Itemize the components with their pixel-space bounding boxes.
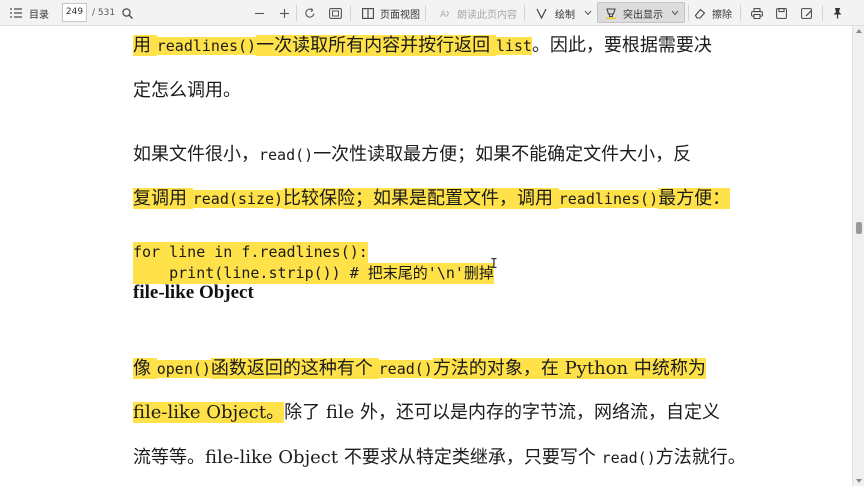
search-icon <box>122 7 133 19</box>
svg-text:A: A <box>440 10 447 19</box>
toc-button[interactable]: 目录 <box>10 0 49 26</box>
toolbar-divider <box>425 5 426 21</box>
text-line: 用 readlines()一次读取所有内容并按行返回 list。因此，要根据需要… <box>133 34 712 58</box>
zoom-out-button[interactable] <box>254 0 265 26</box>
text-segment: 方法的对象，在 Python 中统称为 <box>432 358 706 379</box>
pdf-toolbar: 目录 249 / 531 页面视图 A 朗读此页内容 绘制 突出显示 擦除 <box>0 0 864 26</box>
text-segment: 用 <box>133 35 157 56</box>
page-view-label: 页面视图 <box>380 9 420 21</box>
inline-code: readlines() <box>558 190 659 208</box>
text-segment: 。因此，要根据需要决 <box>531 35 712 56</box>
vertical-scrollbar[interactable] <box>852 26 864 486</box>
highlight-label: 突出显示 <box>623 9 663 21</box>
erase-label: 擦除 <box>712 9 732 21</box>
text-segment: 最方便： <box>658 188 731 209</box>
text-segment: 比较保险；如果是配置文件，调用 <box>283 188 559 209</box>
text-segment: 一次读取所有内容并按行返回 <box>256 35 496 56</box>
text-line: 定怎么调用。 <box>133 79 241 103</box>
chevron-down-icon <box>584 10 592 16</box>
read-aloud-label: 朗读此页内容 <box>457 9 517 21</box>
text-line: 如果文件很小，read()一次性读取最方便；如果不能确定文件大小，反 <box>133 143 691 167</box>
fit-page-button[interactable] <box>329 0 342 26</box>
text-segment: 如果文件很小， <box>133 144 259 165</box>
highlighter-icon <box>605 7 617 19</box>
plus-icon <box>279 8 290 19</box>
save-icon <box>776 7 787 19</box>
rotate-icon <box>304 7 316 19</box>
toolbar-divider <box>740 5 741 21</box>
list-icon <box>10 8 22 18</box>
scroll-down-icon[interactable] <box>856 479 862 483</box>
toc-label: 目录 <box>29 9 49 21</box>
page-total: / 531 <box>92 8 116 18</box>
draw-dropdown[interactable] <box>584 0 592 26</box>
toolbar-divider <box>350 5 351 21</box>
section-heading: file-like Object <box>133 282 254 303</box>
scroll-up-icon[interactable] <box>856 29 862 33</box>
pin-button[interactable] <box>832 0 843 26</box>
text-segment: 流等等。file-like Object 不要求从特定类继承，只要写个 <box>133 447 602 468</box>
text-line: 复调用 read(size)比较保险；如果是配置文件，调用 readlines(… <box>133 187 731 211</box>
draw-label: 绘制 <box>555 9 575 21</box>
read-aloud-icon: A <box>440 8 451 19</box>
text-line: 像 open()函数返回的这种有个 read()方法的对象，在 Python 中… <box>133 357 706 381</box>
erase-button[interactable]: 擦除 <box>694 0 732 26</box>
highlight-button[interactable]: 突出显示 <box>605 0 663 26</box>
page-view-icon <box>362 7 374 19</box>
inline-code: read(size) <box>192 190 284 208</box>
search-button[interactable] <box>122 0 133 26</box>
toolbar-divider <box>296 5 297 21</box>
print-button[interactable] <box>751 0 763 26</box>
text-segment: 方法就行。 <box>655 447 746 468</box>
draw-icon <box>536 8 547 19</box>
draw-button[interactable]: 绘制 <box>536 0 575 26</box>
save-as-button[interactable] <box>801 0 813 26</box>
text-line: 流等等。file-like Object 不要求从特定类继承，只要写个 read… <box>133 446 746 470</box>
inline-code: list <box>495 37 532 55</box>
text-cursor-icon: I <box>490 257 498 272</box>
inline-code: read() <box>259 146 314 164</box>
highlight-dropdown[interactable] <box>671 0 679 26</box>
page-view-button[interactable]: 页面视图 <box>362 0 420 26</box>
code-line: for line in f.readlines(): <box>133 242 368 263</box>
save-as-icon <box>801 7 813 19</box>
inline-code: read() <box>601 449 656 467</box>
fit-page-icon <box>329 7 342 19</box>
zoom-in-button[interactable] <box>279 0 290 26</box>
toolbar-divider <box>688 5 689 21</box>
inline-code: readlines() <box>156 37 257 55</box>
inline-code: open() <box>156 360 211 378</box>
rotate-button[interactable] <box>304 0 316 26</box>
save-button[interactable] <box>776 0 787 26</box>
scrollbar-thumb[interactable] <box>856 222 862 234</box>
toolbar-divider <box>524 5 525 21</box>
text-line: file-like Object。除了 file 外，还可以是内存的字节流，网络… <box>133 401 720 425</box>
page-number-input[interactable]: 249 <box>62 3 87 22</box>
chevron-down-icon <box>671 10 679 16</box>
eraser-icon <box>694 8 706 19</box>
inline-code: read() <box>378 360 433 378</box>
minus-icon <box>254 8 265 19</box>
text-segment: 像 <box>133 358 157 379</box>
text-segment: 定怎么调用。 <box>133 80 241 101</box>
toolbar-divider <box>822 5 823 21</box>
read-aloud-button[interactable]: A 朗读此页内容 <box>440 0 517 26</box>
text-segment: 函数返回的这种有个 <box>210 358 379 379</box>
text-segment: file-like Object。 <box>133 402 285 423</box>
text-segment: 除了 file 外，还可以是内存的字节流，网络流，自定义 <box>284 402 720 423</box>
pin-icon <box>832 7 843 19</box>
text-segment: 一次性读取最方便；如果不能确定文件大小，反 <box>313 144 692 165</box>
printer-icon <box>751 7 763 19</box>
text-segment: 复调用 <box>133 188 193 209</box>
